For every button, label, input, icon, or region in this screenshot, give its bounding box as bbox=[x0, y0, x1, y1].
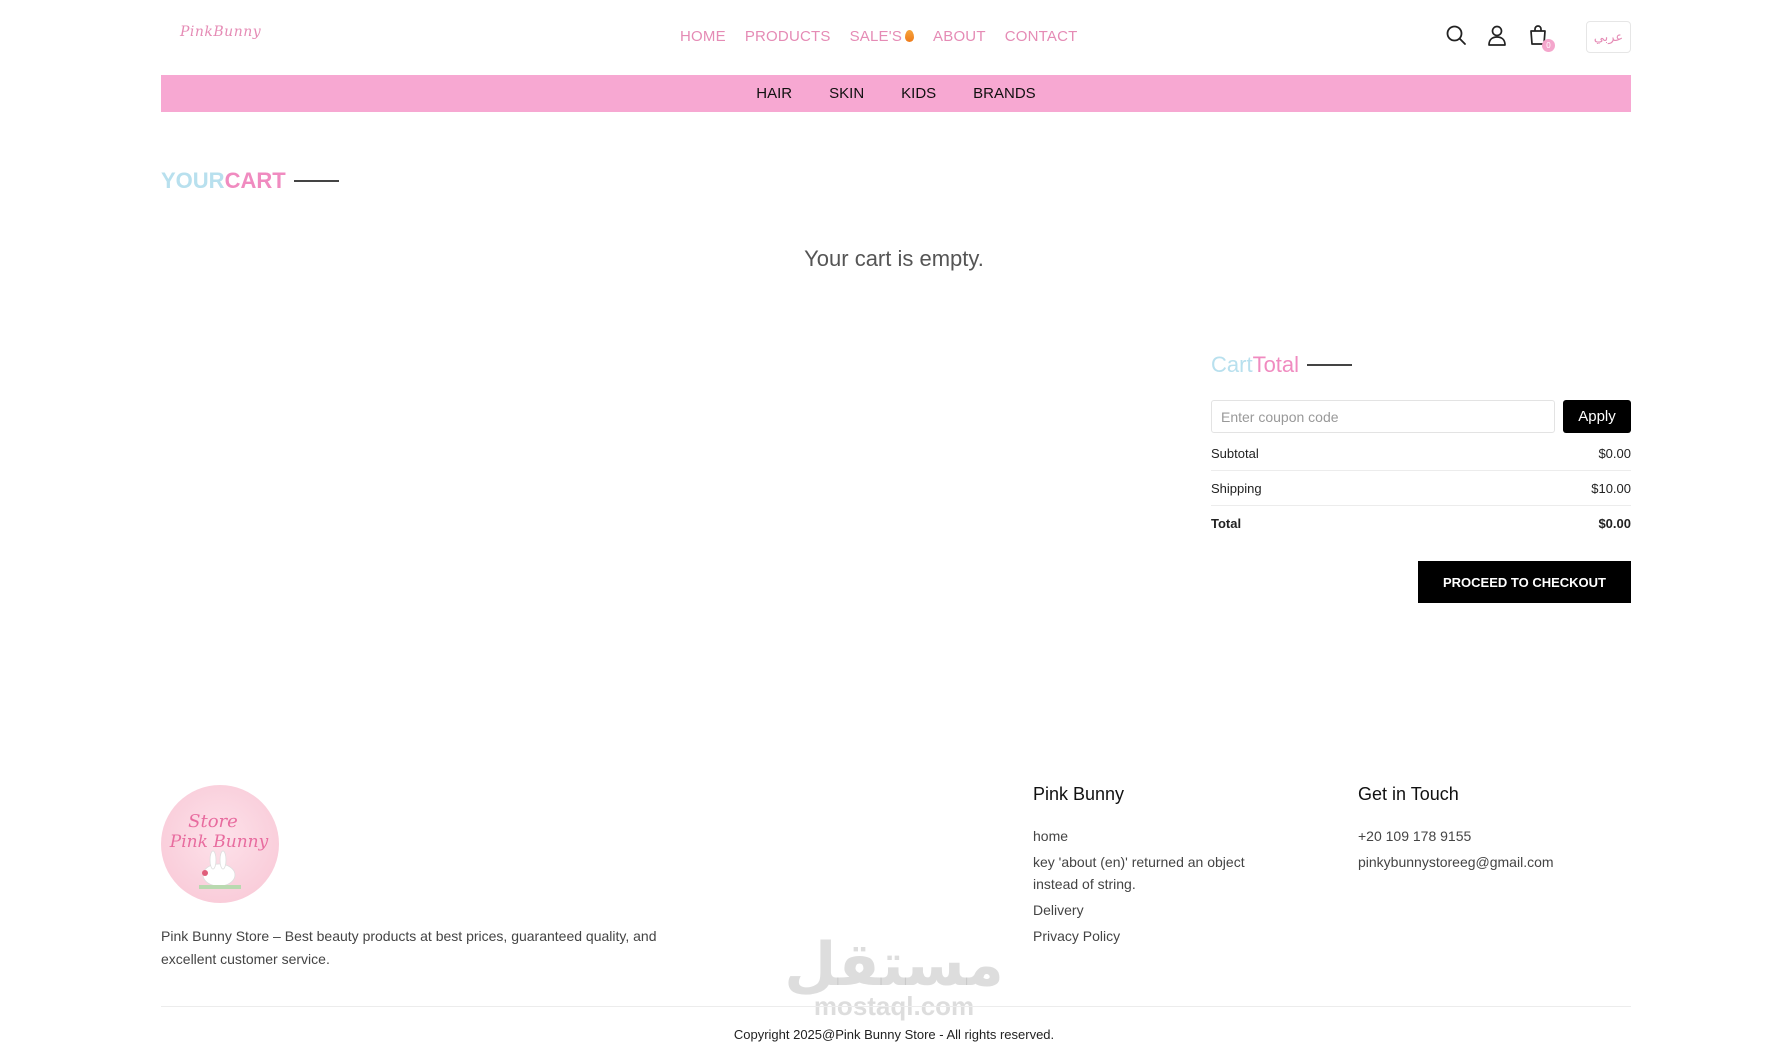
coupon-form: Apply bbox=[1211, 400, 1631, 433]
footer-divider bbox=[161, 1006, 1631, 1007]
category-bar: HAIR SKIN KIDS BRANDS bbox=[161, 75, 1631, 112]
summary-label: Subtotal bbox=[1211, 445, 1259, 461]
category-kids[interactable]: KIDS bbox=[901, 85, 936, 102]
site-header: PinkBunny HOME PRODUCTS SALE'S ABOUT CON… bbox=[0, 0, 1788, 74]
footer-logo-text-2: Pink Bunny bbox=[169, 832, 269, 852]
summary-label: Total bbox=[1211, 516, 1242, 531]
footer-column-pink-bunny: Pink Bunny home key 'about (en)' returne… bbox=[1033, 784, 1293, 951]
language-toggle-button[interactable]: عربي bbox=[1586, 21, 1631, 53]
category-hair[interactable]: HAIR bbox=[756, 85, 792, 102]
cart-title-part2: CART bbox=[224, 168, 286, 193]
main-nav: HOME PRODUCTS SALE'S ABOUT CONTACT bbox=[680, 28, 1078, 45]
nav-products[interactable]: PRODUCTS bbox=[745, 28, 831, 45]
footer-logo-text-1: Store bbox=[188, 811, 238, 832]
summary-value: $0.00 bbox=[1598, 445, 1631, 461]
footer-link-delivery[interactable]: Delivery bbox=[1033, 899, 1293, 921]
cart-title: YOUR CART bbox=[161, 168, 339, 194]
nav-about[interactable]: ABOUT bbox=[933, 28, 986, 45]
site-logo[interactable]: PinkBunny bbox=[180, 24, 261, 40]
user-icon[interactable] bbox=[1486, 24, 1508, 46]
category-skin[interactable]: SKIN bbox=[829, 85, 864, 102]
contact-list: +20 109 178 9155 pinkybunnystoreeg@gmail… bbox=[1358, 825, 1618, 873]
search-icon[interactable] bbox=[1445, 24, 1467, 46]
summary-value: $10.00 bbox=[1591, 480, 1631, 496]
fire-icon bbox=[905, 30, 915, 42]
watermark: مستقل mostaql.com bbox=[784, 935, 1004, 1022]
header-icons: 0 bbox=[1445, 24, 1555, 52]
coupon-input[interactable] bbox=[1211, 400, 1555, 433]
summary-row-subtotal: Subtotal $0.00 bbox=[1211, 436, 1631, 471]
footer-description: Pink Bunny Store – Best beauty products … bbox=[161, 928, 657, 967]
contact-phone[interactable]: +20 109 178 9155 bbox=[1358, 825, 1618, 847]
cart-total-title: Cart Total bbox=[1211, 352, 1353, 378]
cart-total-title-part2: Total bbox=[1252, 352, 1300, 377]
nav-sales-label: SALE'S bbox=[849, 28, 903, 45]
footer-logo: Store Pink Bunny bbox=[161, 785, 279, 903]
footer-column-get-in-touch: Get in Touch +20 109 178 9155 pinkybunny… bbox=[1358, 784, 1618, 877]
apply-coupon-button[interactable]: Apply bbox=[1563, 400, 1631, 433]
footer-link-privacy[interactable]: Privacy Policy bbox=[1033, 925, 1293, 947]
nav-sales[interactable]: SALE'S bbox=[849, 28, 915, 45]
footer-link-home[interactable]: home bbox=[1033, 825, 1293, 847]
footer-column-title: Pink Bunny bbox=[1033, 784, 1125, 804]
cart-summary: Subtotal $0.00 Shipping $10.00 Total $0.… bbox=[1211, 436, 1631, 541]
summary-value: $0.00 bbox=[1598, 516, 1631, 531]
watermark-arabic: مستقل bbox=[784, 930, 1004, 1000]
cart-icon[interactable]: 0 bbox=[1527, 24, 1555, 52]
cart-title-part1: YOUR bbox=[161, 168, 225, 193]
contact-email[interactable]: pinkybunnystoreeg@gmail.com bbox=[1358, 851, 1618, 873]
footer-column-title: Get in Touch bbox=[1358, 784, 1459, 804]
footer-link-about[interactable]: key 'about (en)' returned an object inst… bbox=[1033, 851, 1293, 895]
nav-contact[interactable]: CONTACT bbox=[1005, 28, 1078, 45]
title-divider bbox=[1307, 364, 1353, 366]
cart-total-title-part1: Cart bbox=[1211, 352, 1253, 377]
summary-row-total: Total $0.00 bbox=[1211, 506, 1631, 541]
cart-count-badge: 0 bbox=[1542, 39, 1555, 52]
category-brands[interactable]: BRANDS bbox=[973, 85, 1036, 102]
summary-row-shipping: Shipping $10.00 bbox=[1211, 471, 1631, 506]
empty-cart-message: Your cart is empty. bbox=[804, 246, 984, 271]
copyright-text: Copyright 2025@Pink Bunny Store - All ri… bbox=[733, 1027, 1055, 1042]
title-divider bbox=[293, 180, 339, 182]
nav-home[interactable]: HOME bbox=[680, 28, 726, 45]
footer-links: home key 'about (en)' returned an object… bbox=[1033, 825, 1293, 947]
summary-label: Shipping bbox=[1211, 480, 1262, 496]
proceed-to-checkout-button[interactable]: PROCEED TO CHECKOUT bbox=[1418, 561, 1631, 603]
